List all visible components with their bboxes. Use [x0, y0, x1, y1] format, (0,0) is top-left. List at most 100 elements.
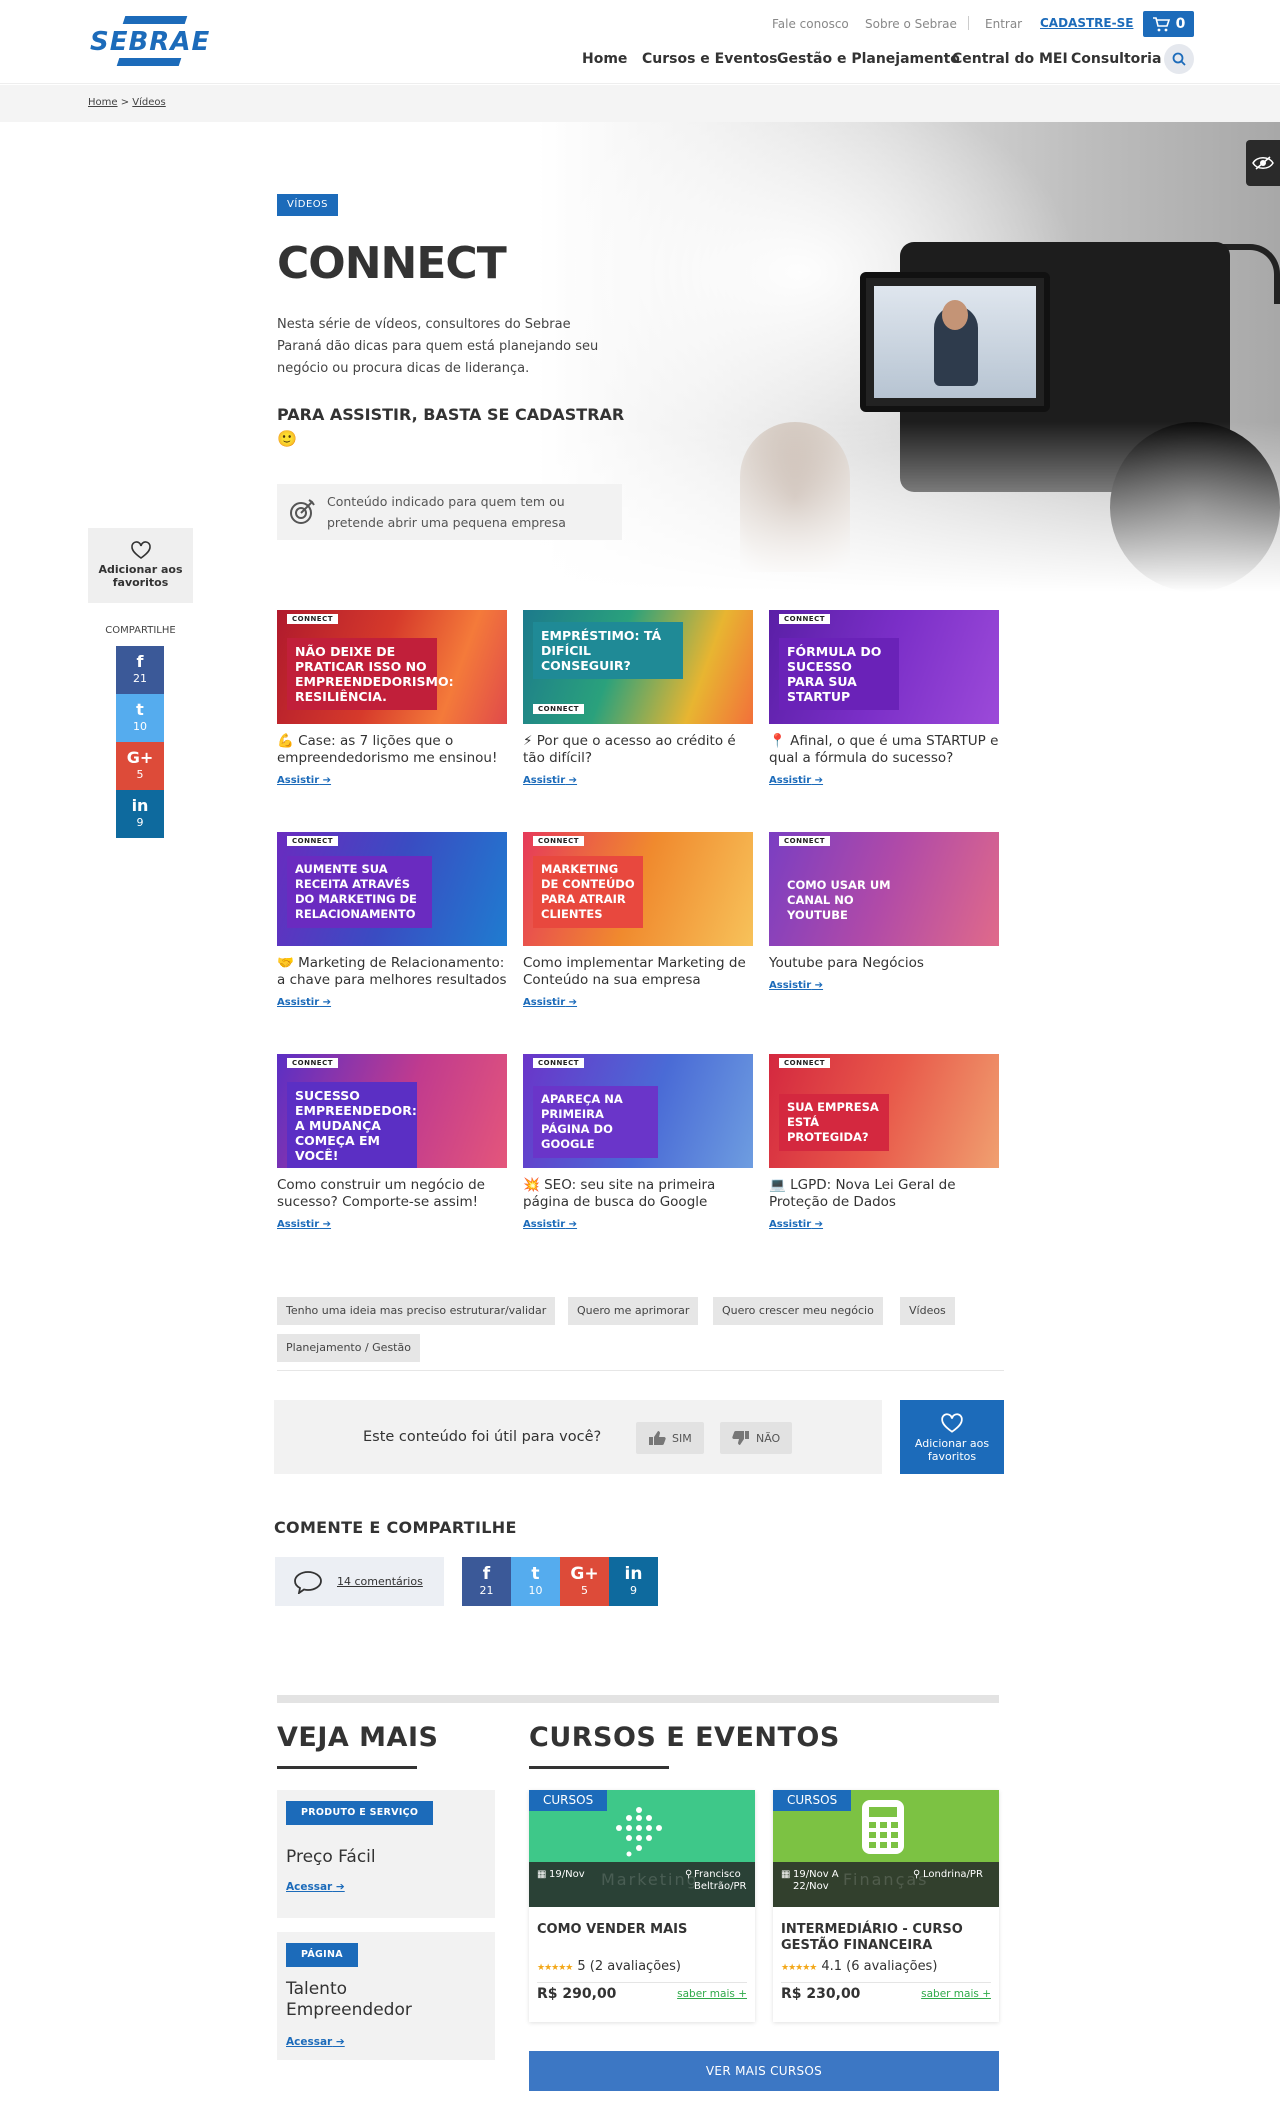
- video-title[interactable]: Como construir um negócio de sucesso? Co…: [277, 1177, 507, 1211]
- tag-grow[interactable]: Quero crescer meu negócio: [713, 1297, 883, 1325]
- share-linkedin-side[interactable]: in 9: [116, 790, 164, 838]
- tag-idea[interactable]: Tenho uma ideia mas preciso estruturar/v…: [277, 1297, 556, 1325]
- share-google[interactable]: G+ 5: [560, 1557, 609, 1606]
- video-thumbnail[interactable]: CONNECT NÃO DEIXE DE PRATICAR ISSO NO EM…: [277, 610, 507, 724]
- watch-link[interactable]: Assistir ➔: [523, 775, 753, 786]
- watch-link[interactable]: Assistir ➔: [769, 775, 999, 786]
- video-thumbnail[interactable]: CONNECT SUA EMPRESA ESTÁ PROTEGIDA?: [769, 1054, 999, 1168]
- login-link[interactable]: Entrar: [985, 17, 1022, 31]
- watch-link[interactable]: Assistir ➔: [277, 775, 507, 786]
- share-twitter-side[interactable]: t 10: [116, 694, 164, 742]
- video-card[interactable]: CONNECT SUA EMPRESA ESTÁ PROTEGIDA? 💻 LG…: [769, 1054, 999, 1230]
- video-thumbnail[interactable]: CONNECT COMO USAR UM CANAL NO YOUTUBE: [769, 832, 999, 946]
- video-thumbnail[interactable]: CONNECT FÓRMULA DO SUCESSO PARA SUA STAR…: [769, 610, 999, 724]
- growth-dots-icon: [616, 1807, 662, 1857]
- event-title[interactable]: INTERMEDIÁRIO - CURSO GESTÃO FINANCEIRA: [781, 1922, 991, 1954]
- see-more-card[interactable]: PRODUTO E SERVIÇO Preço Fácil Acessar ➔: [277, 1790, 495, 1918]
- share-facebook[interactable]: f 21: [462, 1557, 511, 1606]
- nav-consulting[interactable]: Consultoria: [1071, 51, 1161, 67]
- video-card[interactable]: CONNECT COMO USAR UM CANAL NO YOUTUBE Yo…: [769, 832, 999, 991]
- video-thumbnail[interactable]: CONNECT APAREÇA NA PRIMEIRA PÁGINA DO GO…: [523, 1054, 753, 1168]
- video-thumbnail[interactable]: CONNECT MARKETING DE CONTEÚDO PARA ATRAI…: [523, 832, 753, 946]
- feedback-yes-button[interactable]: SIM: [636, 1422, 704, 1454]
- access-link[interactable]: Acessar ➔: [286, 2036, 345, 2048]
- share-google-side[interactable]: G+ 5: [116, 742, 164, 790]
- learn-more-link[interactable]: saber mais +: [921, 1988, 991, 2000]
- video-thumbnail[interactable]: CONNECT AUMENTE SUA RECEITA ATRAVÉS DO M…: [277, 832, 507, 946]
- video-thumbnail[interactable]: CONNECT EMPRÉSTIMO: TÁ DIFÍCIL CONSEGUIR…: [523, 610, 753, 724]
- audience-text: Conteúdo indicado para quem tem ou prete…: [327, 494, 566, 530]
- event-title[interactable]: COMO VENDER MAIS: [537, 1922, 747, 1938]
- video-card[interactable]: CONNECT NÃO DEIXE DE PRATICAR ISSO NO EM…: [277, 610, 507, 786]
- nav-management[interactable]: Gestão e Planejamento: [777, 51, 960, 67]
- watch-link[interactable]: Assistir ➔: [277, 997, 507, 1008]
- video-card[interactable]: CONNECT SUCESSO EMPREENDEDOR: A MUDANÇA …: [277, 1054, 507, 1230]
- video-card[interactable]: CONNECT EMPRÉSTIMO: TÁ DIFÍCIL CONSEGUIR…: [523, 610, 753, 786]
- thumbnail-title: EMPRÉSTIMO: TÁ DIFÍCIL CONSEGUIR?: [533, 622, 683, 679]
- tag-planning[interactable]: Planejamento / Gestão: [277, 1334, 420, 1362]
- nav-mei[interactable]: Central do MEI: [952, 51, 1068, 67]
- add-favorite-side-button[interactable]: Adicionar aos favoritos: [88, 528, 193, 603]
- hero-cta-text: PARA ASSISTIR, BASTA SE CADASTRAR 🙂: [277, 403, 627, 451]
- video-card[interactable]: CONNECT AUMENTE SUA RECEITA ATRAVÉS DO M…: [277, 832, 507, 1008]
- contact-link[interactable]: Fale conosco: [772, 17, 849, 31]
- event-meta: Marketing ▦ 19/Nov ⚲ Francisco Beltrão/P…: [529, 1862, 755, 1907]
- share-facebook-side[interactable]: f 21: [116, 646, 164, 694]
- comments-button[interactable]: 14 comentários: [275, 1557, 444, 1606]
- about-link[interactable]: Sobre o Sebrae: [865, 17, 957, 31]
- search-button[interactable]: [1164, 44, 1194, 74]
- nav-home[interactable]: Home: [582, 51, 627, 67]
- event-category: CURSOS: [773, 1790, 852, 1811]
- sebrae-logo[interactable]: SEBRAE: [88, 12, 213, 72]
- video-title[interactable]: ⚡ Por que o acesso ao crédito é tão difí…: [523, 733, 753, 767]
- access-link[interactable]: Acessar ➔: [286, 1881, 345, 1893]
- nav-courses-events[interactable]: Cursos e Eventos: [642, 51, 777, 67]
- video-card[interactable]: CONNECT MARKETING DE CONTEÚDO PARA ATRAI…: [523, 832, 753, 1008]
- feedback-no-button[interactable]: NÃO: [720, 1422, 793, 1454]
- cart-button[interactable]: 0: [1143, 11, 1194, 37]
- rating-stars: ★★★★★: [537, 1963, 573, 1973]
- watch-link[interactable]: Assistir ➔: [523, 1219, 753, 1230]
- see-more-title[interactable]: Preço Fácil: [286, 1847, 376, 1868]
- breadcrumb-current[interactable]: Vídeos: [132, 97, 165, 108]
- page-title: CONNECT: [277, 238, 507, 289]
- event-card[interactable]: CURSOS Marketing ▦ 19/Nov ⚲ Francisco Be…: [529, 1790, 755, 2022]
- watch-link[interactable]: Assistir ➔: [769, 980, 999, 991]
- video-title[interactable]: Youtube para Negócios: [769, 955, 999, 972]
- category-tag: VÍDEOS: [277, 194, 339, 216]
- heart-icon: [130, 541, 151, 559]
- video-title[interactable]: Como implementar Marketing de Conteúdo n…: [523, 955, 753, 989]
- breadcrumb-home[interactable]: Home: [88, 97, 118, 108]
- event-rating: ★★★★★ 4.1 (6 avaliações): [781, 1959, 937, 1974]
- watch-link[interactable]: Assistir ➔: [277, 1219, 507, 1230]
- share-twitter[interactable]: t 10: [511, 1557, 560, 1606]
- video-title[interactable]: 💪 Case: as 7 lições que o empreendedoris…: [277, 733, 507, 767]
- accessibility-eye-button[interactable]: [1246, 140, 1280, 186]
- watch-link[interactable]: Assistir ➔: [523, 997, 753, 1008]
- connect-logo: CONNECT: [533, 1058, 584, 1068]
- video-title[interactable]: 💻 LGPD: Nova Lei Geral de Proteção de Da…: [769, 1177, 999, 1211]
- tag-videos[interactable]: Vídeos: [900, 1297, 955, 1325]
- breadcrumb-separator: >: [120, 97, 130, 108]
- video-title[interactable]: 🤝 Marketing de Relacionamento: a chave p…: [277, 955, 507, 989]
- see-more-card[interactable]: PÁGINA Talento Empreendedor Acessar ➔: [277, 1932, 495, 2060]
- video-thumbnail[interactable]: CONNECT SUCESSO EMPREENDEDOR: A MUDANÇA …: [277, 1054, 507, 1168]
- learn-more-link[interactable]: saber mais +: [677, 1988, 747, 2000]
- signup-link[interactable]: CADASTRE-SE: [1040, 16, 1133, 30]
- video-title[interactable]: 💥 SEO: seu site na primeira página de bu…: [523, 1177, 753, 1211]
- watch-link[interactable]: Assistir ➔: [769, 1219, 999, 1230]
- video-card[interactable]: CONNECT FÓRMULA DO SUCESSO PARA SUA STAR…: [769, 610, 999, 786]
- watch-link-label: Assistir: [769, 775, 812, 786]
- thumbnail-title: AUMENTE SUA RECEITA ATRAVÉS DO MARKETING…: [287, 856, 432, 928]
- video-card[interactable]: CONNECT APAREÇA NA PRIMEIRA PÁGINA DO GO…: [523, 1054, 753, 1230]
- event-price: R$ 290,00: [537, 1986, 617, 2002]
- content-type-badge: PÁGINA: [286, 1943, 358, 1967]
- event-card[interactable]: CURSOS Finanças ▦ 19/Nov A 22/Nov ⚲ Lond…: [773, 1790, 999, 2022]
- tag-improve[interactable]: Quero me aprimorar: [568, 1297, 699, 1325]
- see-more-title[interactable]: Talento Empreendedor: [286, 1979, 456, 2021]
- video-title[interactable]: 📍 Afinal, o que é uma STARTUP e qual a f…: [769, 733, 999, 767]
- see-more-courses-button[interactable]: VER MAIS CURSOS: [529, 2051, 999, 2091]
- add-favorite-button[interactable]: Adicionar aos favoritos: [900, 1400, 1004, 1474]
- share-linkedin[interactable]: in 9: [609, 1557, 658, 1606]
- speech-bubble-icon: [294, 1570, 322, 1594]
